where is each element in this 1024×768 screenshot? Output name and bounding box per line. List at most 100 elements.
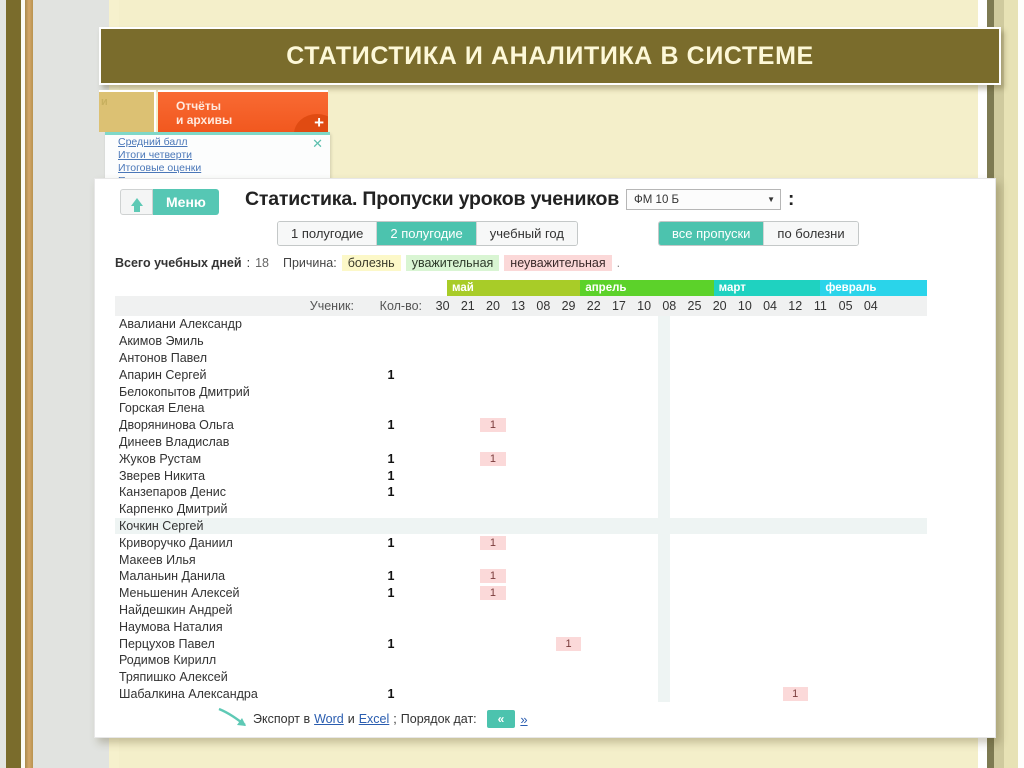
month-label-1: апрель — [580, 280, 714, 296]
total-days-label: Всего учебных дней — [115, 256, 242, 270]
menu-item-final-grades[interactable]: Итоговые оценки — [105, 162, 330, 174]
order-descending-button[interactable]: « — [486, 710, 516, 728]
column-header-date-15: 11 — [813, 299, 827, 313]
menu-item-quarter-totals[interactable]: Итоги четверти — [105, 149, 330, 161]
tab-school-year[interactable]: учебный год — [476, 222, 577, 245]
column-header-date-4: 08 — [536, 299, 551, 313]
table-row[interactable]: Антонов Павел — [115, 350, 927, 367]
column-header-date-7: 17 — [611, 299, 626, 313]
student-name: Перцухов Павел — [119, 636, 215, 651]
table-row[interactable]: Жуков Рустам 1 1 — [115, 450, 927, 467]
absence-cell[interactable]: 1 — [480, 569, 506, 584]
table-row[interactable]: Акимов Эмиль — [115, 333, 927, 350]
home-button[interactable] — [120, 189, 153, 215]
table-row[interactable]: Динеев Владислав — [115, 434, 927, 451]
decor-stripe-gold — [25, 0, 33, 768]
menu-bar: Меню — [120, 189, 219, 215]
column-header-date-12: 10 — [737, 299, 752, 313]
tab-inactive-gold[interactable]: и — [99, 90, 156, 132]
tab-second-half[interactable]: 2 полугодие — [377, 222, 477, 245]
student-name: Канзепаров Денис — [119, 485, 226, 500]
month-label-0: май — [447, 280, 581, 296]
month-label-3: февраль — [820, 280, 927, 296]
absence-count: 1 — [387, 451, 395, 466]
export-text: Экспорт в Word и Excel ; Порядок дат: « … — [253, 710, 528, 728]
student-name: Найдешкин Андрей — [119, 602, 233, 617]
plus-icon[interactable]: + — [314, 114, 324, 131]
absence-cell[interactable]: 1 — [782, 686, 808, 701]
table-row[interactable]: Наумова Наталия — [115, 618, 927, 635]
table-row[interactable]: Родимов Кирилл — [115, 652, 927, 669]
student-name: Горская Елена — [119, 401, 205, 416]
absence-count: 1 — [387, 535, 395, 550]
menu-button[interactable]: Меню — [153, 189, 219, 215]
absence-count: 1 — [387, 468, 395, 483]
date-order-buttons: « » — [486, 710, 528, 728]
absence-cell[interactable]: 1 — [480, 586, 506, 601]
month-header-bar: май апрель март февраль — [447, 280, 927, 296]
order-ascending-button[interactable]: » — [515, 712, 527, 727]
student-name: Тряпишко Алексей — [119, 670, 228, 685]
student-name: Антонов Павел — [119, 350, 208, 365]
footer-row: Экспорт в Word и Excel ; Порядок дат: « … — [115, 707, 975, 731]
absence-cell[interactable]: 1 — [480, 451, 506, 466]
table-row[interactable]: Апарин Сергей 1 — [115, 366, 927, 383]
table-row[interactable]: Макеев Илья — [115, 551, 927, 568]
absence-cell[interactable]: 1 — [480, 535, 506, 550]
slide-banner: СТАТИСТИКА И АНАЛИТИКА В СИСТЕМЕ — [99, 27, 1001, 85]
student-name: Жуков Рустам — [119, 451, 202, 466]
home-icon — [130, 198, 143, 212]
table-row[interactable]: Маланьин Данила 1 1 — [115, 568, 927, 585]
column-header-student: Ученик: — [309, 299, 354, 313]
tab-reports-and-archives[interactable]: Отчёты и архивы + — [158, 90, 328, 132]
student-name: Карпенко Дмитрий — [119, 502, 228, 517]
table-row[interactable]: Горская Елена — [115, 400, 927, 417]
student-name: Белокопытов Дмитрий — [119, 384, 250, 399]
table-row[interactable]: Авалиани Александр — [115, 316, 927, 333]
absence-count: 1 — [387, 586, 395, 601]
export-excel-link[interactable]: Excel — [359, 712, 390, 726]
reports-dropdown-menu: ✕ Средний балл Итоги четверти Итоговые о… — [105, 132, 330, 187]
column-header-date-17: 04 — [863, 299, 878, 313]
table-row[interactable]: Белокопытов Дмитрий — [115, 383, 927, 400]
table-row[interactable]: Найдешкин Андрей — [115, 602, 927, 619]
table-row[interactable]: Зверев Никита 1 — [115, 467, 927, 484]
legend-excused: уважительная — [405, 255, 500, 271]
student-name: Шабалкина Александра — [119, 686, 258, 701]
table-row[interactable]: Меньшенин Алексей 1 1 — [115, 585, 927, 602]
student-name: Меньшенин Алексей — [119, 586, 240, 601]
reason-label: Причина: — [282, 256, 337, 270]
column-header-date-0: 30 — [435, 299, 450, 313]
close-icon[interactable]: ✕ — [312, 137, 323, 150]
absence-count: 1 — [387, 485, 395, 500]
column-header-date-11: 20 — [712, 299, 727, 313]
absence-count: 1 — [387, 636, 395, 651]
absence-cell[interactable]: 1 — [555, 636, 582, 651]
date-order-label: Порядок дат: — [400, 712, 477, 726]
table-row[interactable]: Перцухов Павел 1 1 — [115, 635, 927, 652]
table-row[interactable]: Криворучко Даниил 1 1 — [115, 534, 927, 551]
table-row[interactable]: Дворянинова Ольга 1 1 — [115, 417, 927, 434]
export-word-link[interactable]: Word — [314, 712, 344, 726]
class-select[interactable]: ФМ 10 Б ▼ — [626, 189, 782, 210]
tab-by-illness[interactable]: по болезни — [764, 222, 858, 245]
table-row[interactable]: Карпенко Дмитрий — [115, 501, 927, 518]
table-row[interactable]: Тряпишко Алексей — [115, 669, 927, 686]
table-body: Авалиани Александр Акимов Эмиль Антонов Па… — [115, 316, 927, 702]
absence-cell[interactable]: 1 — [480, 418, 506, 433]
legend-unexcused: неуважительная — [504, 255, 612, 271]
presentation-slide: СТАТИСТИКА И АНАЛИТИКА В СИСТЕМЕ и Отчёт… — [0, 0, 1024, 768]
table-row[interactable]: Шабалкина Александра 1 1 — [115, 686, 927, 703]
column-header-count: Кол-во: — [379, 299, 422, 313]
table-row[interactable]: Канзепаров Денис 1 — [115, 484, 927, 501]
student-name: Наумова Наталия — [119, 619, 223, 634]
info-row: Всего учебных дней : 18 Причина: болезнь… — [115, 255, 620, 271]
student-name: Маланьин Данила — [119, 569, 226, 584]
tab-all-absences[interactable]: все пропуски — [658, 222, 765, 245]
segmented-controls: 1 полугодие 2 полугодие учебный год все … — [277, 221, 859, 246]
absence-count: 1 — [387, 686, 395, 701]
legend-trailing-dot: . — [616, 256, 621, 270]
tab-first-half[interactable]: 1 полугодие — [278, 222, 378, 245]
table-row[interactable]: Кочкин Сергей — [115, 517, 927, 535]
menu-item-average-score[interactable]: Средний балл — [105, 136, 330, 148]
